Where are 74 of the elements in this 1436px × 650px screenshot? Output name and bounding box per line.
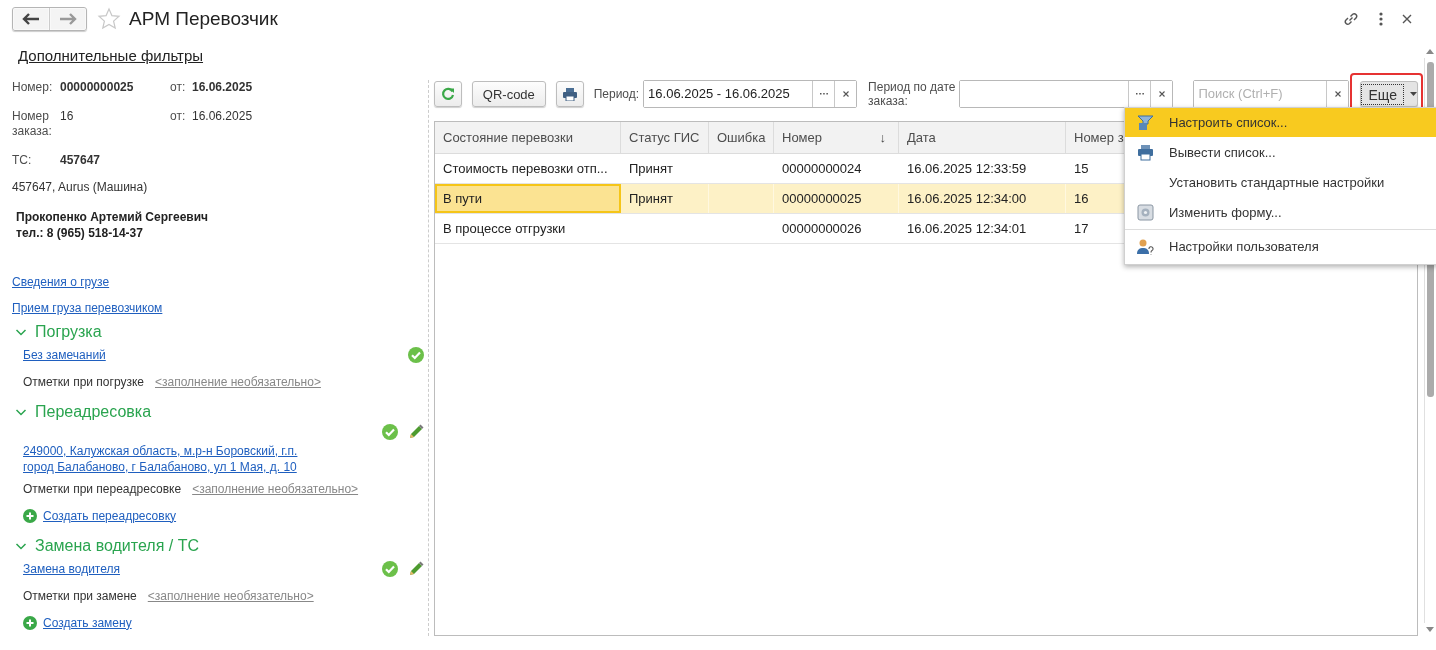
link-icon[interactable] (1342, 10, 1360, 28)
link[interactable]: Замена водителя (23, 561, 120, 576)
filter-icon (1136, 114, 1154, 131)
create-link[interactable]: Создать замену (43, 615, 132, 630)
field-label: ТС: (12, 153, 33, 168)
link[interactable]: Сведения о грузе (12, 275, 110, 289)
table-cell-text: 16.06.2025 12:33:59 (906, 160, 1028, 178)
pencil-icon[interactable] (408, 424, 424, 440)
link[interactable]: Без замечаний (23, 347, 106, 362)
input-field[interactable]: <заполнение необязательно> (147, 588, 314, 603)
field-value: 16.06.2025 (192, 80, 254, 95)
caret-icon (1410, 92, 1417, 96)
driver-phone: тел.: 8 (965) 518-14-37 (16, 225, 144, 241)
sort-indicator: ↓ (879, 130, 886, 145)
pencil-icon[interactable] (408, 560, 424, 577)
period-label: Период: (593, 87, 640, 101)
table-cell-text: 00000000026 (781, 220, 863, 238)
table-cell-text: Принят (628, 160, 674, 178)
field-value: 457647 (60, 153, 102, 168)
user-icon (1136, 238, 1154, 255)
form-icon (1136, 204, 1154, 221)
search-field[interactable]: Поиск (Ctrl+F) (1193, 80, 1350, 108)
clear-icon[interactable] (1335, 91, 1341, 97)
refresh-icon (441, 87, 455, 101)
filters-link[interactable]: Дополнительные фильтры (18, 47, 204, 64)
printer-icon (561, 87, 578, 101)
table-cell-text: 17 (1073, 220, 1090, 238)
scroll-up-arrow[interactable] (1426, 49, 1434, 54)
table-cell: 16.06.2025 12:34:00 (899, 184, 1066, 213)
link[interactable]: Прием груза перевозчиком (12, 301, 163, 315)
field-value: 16.06.2025 (192, 109, 254, 124)
column-header[interactable]: Номер ↓ (774, 122, 899, 153)
address-link[interactable]: 249000, Калужская область, м.р-н Боровский, г.п. город Балабаново, г Балабаново, ул 1 Мая, д. 10 (23, 443, 319, 475)
field-label: Отметки при замене (23, 588, 137, 603)
table-cell-text: Стоимость перевозки отп... (442, 160, 609, 178)
menu-item[interactable]: Настроить список... (1125, 108, 1436, 137)
field-label: Номер заказа: (12, 109, 53, 139)
table-cell: Принят (621, 184, 709, 213)
more-button[interactable]: Еще (1360, 81, 1418, 107)
window-title: АРМ Перевозчик (129, 8, 278, 30)
column-header[interactable]: Статус ГИС (621, 122, 709, 153)
table-cell-text: 15 (1073, 160, 1090, 178)
qr-code-button[interactable]: QR-code (472, 81, 546, 107)
table-cell: 00000000025 (774, 184, 899, 213)
column-header[interactable]: Ошибка (709, 122, 774, 153)
field-label: от: (170, 80, 187, 95)
printer-icon (1136, 144, 1154, 161)
order-period-label: Период по дате заказа: (868, 80, 956, 108)
print-button[interactable] (555, 81, 584, 107)
create-link[interactable]: Создать переадресовку (43, 508, 177, 523)
plus-icon[interactable] (23, 508, 37, 523)
plus-icon[interactable] (23, 615, 37, 630)
star-icon[interactable] (97, 7, 121, 31)
table-cell-text: 16.06.2025 12:34:01 (906, 220, 1028, 238)
table-cell: В пути (435, 184, 621, 213)
vehicle-text: 457647, Aurus (Машина) (12, 180, 149, 194)
table-cell-text: 00000000024 (781, 160, 863, 178)
column-header[interactable]: Дата (899, 122, 1066, 153)
field-label: от: (170, 109, 187, 124)
back-button[interactable] (13, 8, 49, 30)
scroll-down-arrow[interactable] (1426, 627, 1434, 632)
driver-name: Прокопенко Артемий Сергеевич (16, 209, 210, 225)
field-label: Отметки при погрузке (23, 374, 144, 389)
field-value: 00000000025 (60, 80, 135, 95)
field-label: Отметки при переадресовке (23, 481, 182, 496)
refresh-button[interactable] (434, 81, 463, 107)
table-cell-text: В процессе отгрузки (442, 220, 567, 238)
more-options-icon[interactable] (1378, 11, 1384, 27)
column-header[interactable]: Состояние перевозки (435, 122, 621, 153)
field-label: Номер: (12, 80, 54, 95)
input-field[interactable]: <заполнение необязательно> (155, 374, 321, 389)
input-field[interactable]: <заполнение необязательно> (192, 481, 359, 496)
field-value: 16 (60, 109, 75, 124)
close-icon[interactable] (1402, 14, 1412, 24)
